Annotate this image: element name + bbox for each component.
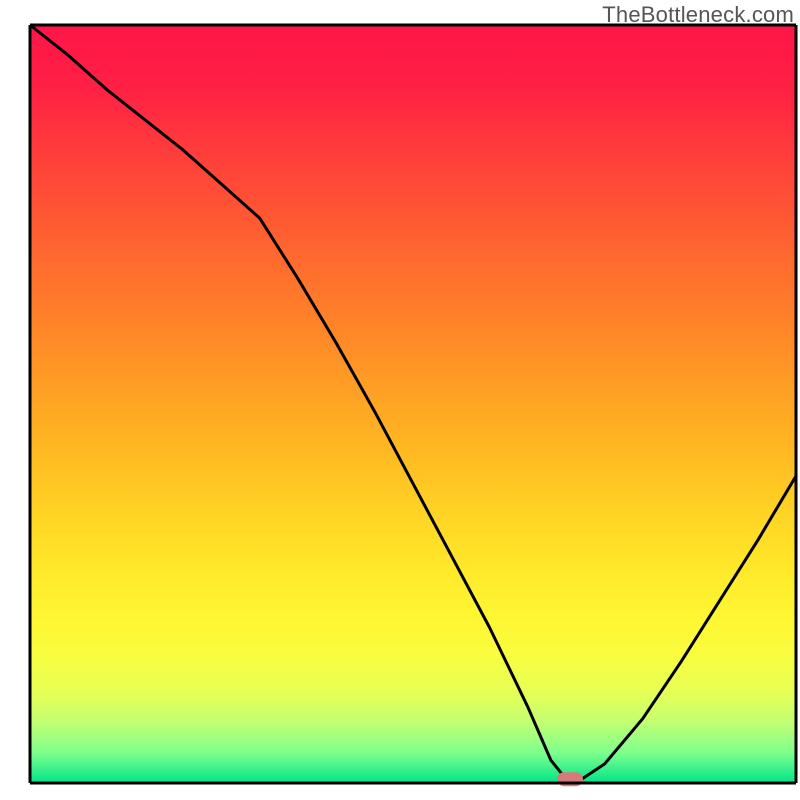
attribution-label: TheBottleneck.com bbox=[602, 2, 794, 28]
bottleneck-chart: TheBottleneck.com bbox=[0, 0, 800, 800]
chart-canvas bbox=[0, 0, 800, 800]
gradient-background bbox=[30, 25, 796, 783]
